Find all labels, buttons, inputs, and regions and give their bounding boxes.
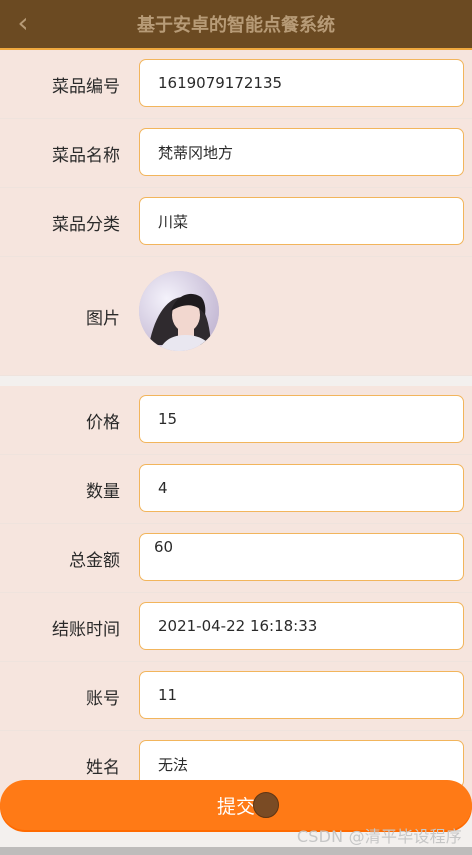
app-header: ‹ 基于安卓的智能点餐系统 <box>0 0 472 50</box>
field-label: 账号 <box>86 688 120 709</box>
checkout-time-field[interactable]: 2021-04-22 16:18:33 <box>139 602 464 650</box>
total-amount-field[interactable]: 60 <box>139 533 464 581</box>
price-field[interactable]: 15 <box>139 395 464 443</box>
portrait-image <box>139 271 219 351</box>
field-label: 价格 <box>86 412 120 433</box>
dish-name-field[interactable]: 梵蒂冈地方 <box>139 128 464 176</box>
watermark: CSDN @清平毕设程序 <box>296 827 462 846</box>
field-label: 菜品名称 <box>52 145 120 166</box>
back-chevron-icon[interactable]: ‹ <box>10 9 36 37</box>
field-label: 结账时间 <box>52 619 120 640</box>
field-label: 菜品分类 <box>52 214 120 235</box>
field-label: 数量 <box>86 481 120 502</box>
app-title: 基于安卓的智能点餐系统 <box>137 15 335 36</box>
field-row-quantity: 数量 4 <box>0 455 472 524</box>
field-label: 图片 <box>86 308 120 329</box>
dish-image-avatar[interactable] <box>139 271 219 351</box>
dish-category-field[interactable]: 川菜 <box>139 197 464 245</box>
quantity-field[interactable]: 4 <box>139 464 464 512</box>
bottom-bar <box>0 847 472 855</box>
field-row-account: 账号 11 <box>0 662 472 731</box>
dish-id-field[interactable]: 1619079172135 <box>139 59 464 107</box>
field-label: 总金额 <box>69 550 120 571</box>
field-row-dish-id: 菜品编号 1619079172135 <box>0 50 472 119</box>
field-row-image: 图片 <box>0 257 472 376</box>
section-gap <box>0 376 472 386</box>
field-label: 菜品编号 <box>52 76 120 97</box>
field-row-price: 价格 15 <box>0 386 472 455</box>
field-row-checkout-time: 结账时间 2021-04-22 16:18:33 <box>0 593 472 662</box>
field-row-dish-category: 菜品分类 川菜 <box>0 188 472 257</box>
account-field[interactable]: 11 <box>139 671 464 719</box>
field-row-dish-name: 菜品名称 梵蒂冈地方 <box>0 119 472 188</box>
touch-cursor-icon <box>253 792 279 818</box>
order-form: 菜品编号 1619079172135 菜品名称 梵蒂冈地方 菜品分类 川菜 图片 <box>0 50 472 800</box>
field-row-total: 总金额 60 <box>0 524 472 593</box>
